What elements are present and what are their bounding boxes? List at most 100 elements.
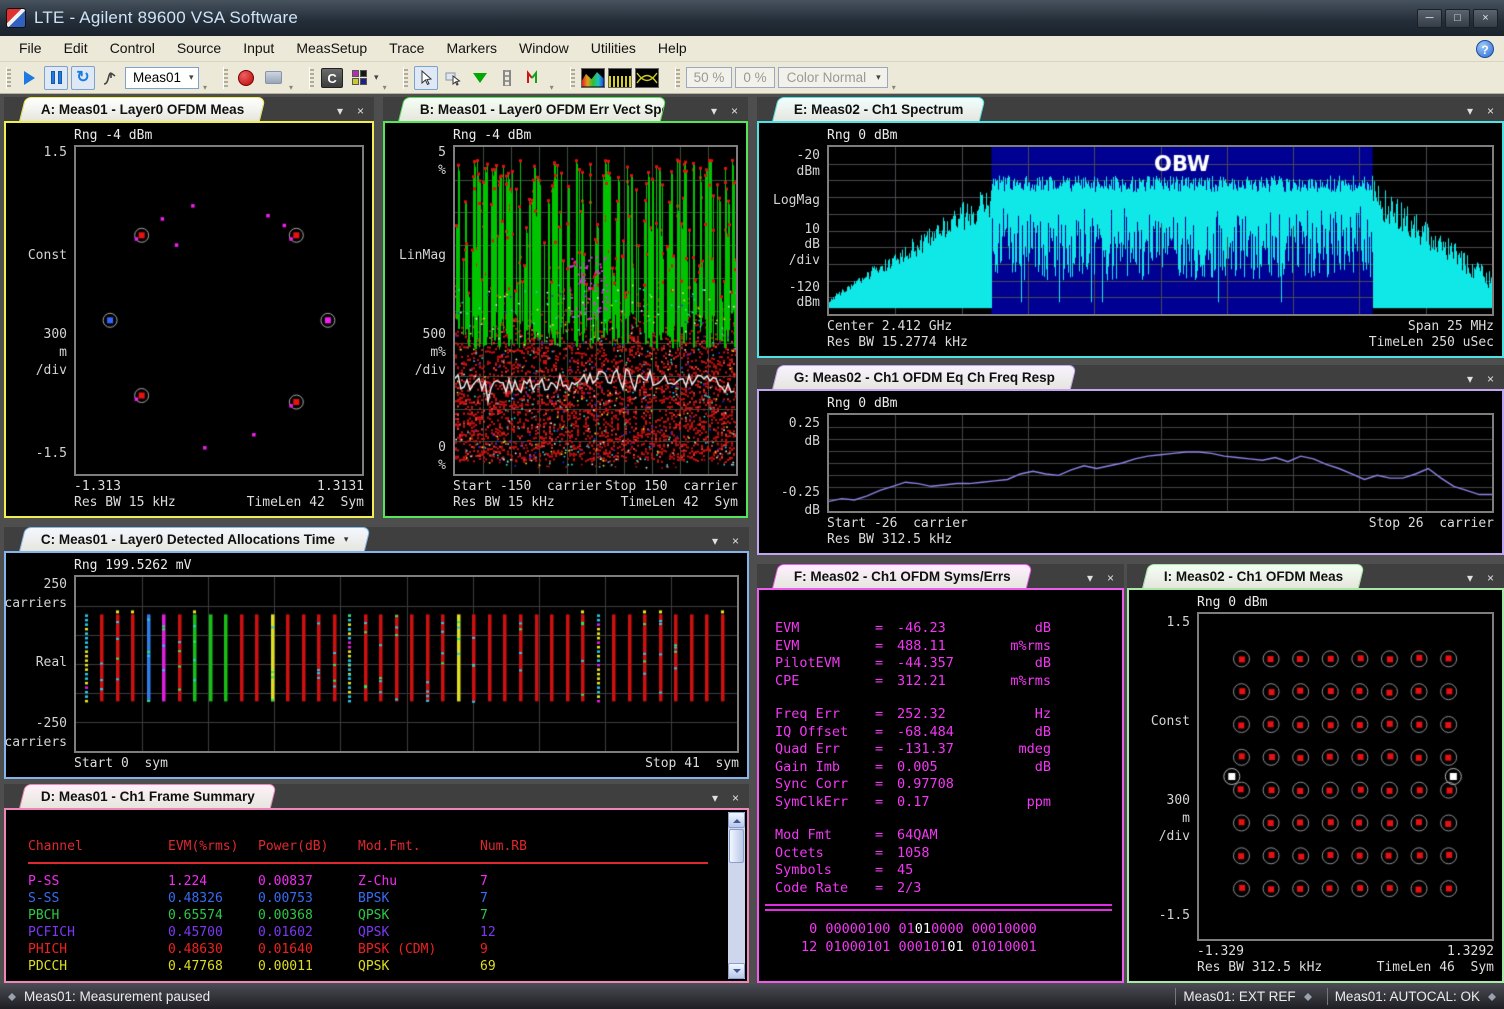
allocations-plot[interactable] [74, 575, 739, 753]
pause-button[interactable] [44, 66, 68, 90]
menu-item-edit[interactable]: Edit [53, 37, 99, 59]
window-a-close-icon[interactable]: × [357, 105, 364, 117]
menu-item-markers[interactable]: Markers [435, 37, 508, 59]
decoded-bits-line: 12 01000101 00010101 01010001 [775, 939, 1114, 957]
table-row[interactable]: PBCH0.655740.00368QPSK7 [28, 907, 726, 924]
toolbar-overflow-icon[interactable]: ▾ [289, 83, 293, 92]
freq-resp-plot[interactable] [827, 413, 1494, 513]
window-e-collapse-icon[interactable]: ▾ [1467, 105, 1473, 117]
menu-item-control[interactable]: Control [99, 37, 166, 59]
metric-label: IQ Offset [775, 724, 875, 742]
snapshot-button[interactable] [261, 66, 285, 90]
window-c-tab-dropdown-icon[interactable]: ▾ [344, 534, 349, 545]
table-row[interactable]: PCFICH0.457000.01602QPSK12 [28, 924, 726, 941]
scroll-down-icon[interactable] [728, 963, 745, 979]
toolbar-overflow-icon[interactable]: ▾ [383, 83, 387, 92]
color-button[interactable]: C [320, 66, 344, 90]
table-row[interactable]: P-SS1.2240.00837Z-Chu7 [28, 873, 726, 890]
color-c-icon: C [321, 68, 343, 88]
layout-button[interactable] [347, 66, 371, 90]
chevron-down-icon[interactable]: ▾ [374, 72, 379, 83]
toolbar-drag-handle[interactable] [6, 67, 11, 89]
window-b-close-icon[interactable]: × [731, 105, 738, 117]
toolbar-overflow-icon[interactable]: ▾ [892, 83, 896, 92]
toolbar-drag-handle[interactable] [570, 67, 575, 89]
toolbar-drag-handle[interactable] [403, 67, 408, 89]
window-e-close-icon[interactable]: × [1487, 105, 1494, 117]
window-c-collapse-icon[interactable]: ▾ [712, 535, 718, 547]
help-icon[interactable]: ? [1476, 40, 1494, 58]
color-mode-select[interactable]: Color Normal ▾ [778, 67, 888, 88]
select-pointer-button[interactable] [414, 66, 438, 90]
window-c-tab[interactable]: C: Meas01 - Layer0 Detected Allocations … [19, 527, 371, 551]
window-d-collapse-icon[interactable]: ▾ [712, 792, 718, 804]
window-f-collapse-icon[interactable]: ▾ [1087, 572, 1093, 584]
overlap-percent-field[interactable]: 50 % [686, 67, 733, 88]
window-b-collapse-icon[interactable]: ▾ [711, 105, 717, 117]
menu-item-window[interactable]: Window [508, 37, 580, 59]
window-i-tab[interactable]: I: Meas02 - Ch1 OFDM Meas [1142, 564, 1365, 588]
restart-button[interactable]: ↻ [71, 66, 95, 90]
equals-sign: = [875, 724, 897, 742]
window-f-tab[interactable]: F: Meas02 - Ch1 OFDM Syms/Errs [772, 564, 1033, 588]
eye-view-button[interactable] [635, 68, 659, 88]
close-button[interactable]: × [1473, 9, 1498, 28]
move-marker-button[interactable] [441, 66, 465, 90]
menu-item-trace[interactable]: Trace [378, 37, 435, 59]
window-d-tab[interactable]: D: Meas01 - Ch1 Frame Summary [19, 784, 277, 808]
single-sweep-button[interactable] [98, 66, 122, 90]
table-row[interactable]: PDCCH0.477680.00011QPSK69 [28, 958, 726, 975]
window-b-tab[interactable]: B: Meas01 - Layer0 OFDM Err Vect Spectru [398, 97, 667, 121]
window-i-collapse-icon[interactable]: ▾ [1467, 572, 1473, 584]
constellation-plot-a[interactable] [74, 145, 364, 476]
window-a-collapse-icon[interactable]: ▾ [337, 105, 343, 117]
band-marker-button[interactable] [495, 66, 519, 90]
scrollbar-thumb[interactable] [729, 829, 744, 863]
status-spinner-icon[interactable] [1488, 989, 1496, 1005]
maximize-button[interactable]: □ [1445, 9, 1470, 28]
frame-summary-table: ChannelEVM(%rms)Power(dB)Mod.Fmt.Num.RBP… [6, 810, 726, 981]
spectrogram-view-button[interactable] [581, 68, 605, 88]
play-button[interactable] [17, 66, 41, 90]
decoded-bits-line: 0 00000100 01010000 00010000 [775, 921, 1114, 939]
constellation-plot-i[interactable] [1197, 612, 1494, 941]
window-i-close-icon[interactable]: × [1487, 572, 1494, 584]
status-spinner-icon[interactable] [1304, 989, 1312, 1005]
window-e: E: Meas02 - Ch1 Spectrum ▾ × Rng 0 dBm -… [757, 97, 1504, 358]
measurement-select[interactable]: Meas01 ▾ [125, 67, 199, 89]
marker-flag-button[interactable] [522, 66, 546, 90]
err-vect-spectrum-plot[interactable] [453, 145, 738, 476]
second-percent-field[interactable]: 0 % [735, 67, 774, 88]
menu-item-input[interactable]: Input [232, 37, 285, 59]
toolbar-overflow-icon[interactable]: ▾ [203, 83, 207, 92]
toolbar-overflow-icon[interactable]: ▾ [550, 83, 554, 92]
table-row[interactable]: PHICH0.486300.01640BPSK (CDM)9 [28, 941, 726, 958]
window-a-tab[interactable]: A: Meas01 - Layer0 OFDM Meas [19, 97, 266, 121]
record-button[interactable] [234, 66, 258, 90]
minimize-button[interactable]: ─ [1417, 9, 1442, 28]
table-scrollbar[interactable] [728, 812, 745, 979]
window-f-close-icon[interactable]: × [1107, 572, 1114, 584]
toolbar-drag-handle[interactable] [675, 67, 680, 89]
window-c-close-icon[interactable]: × [732, 535, 739, 547]
window-g-collapse-icon[interactable]: ▾ [1467, 373, 1473, 385]
menu-item-file[interactable]: File [8, 37, 53, 59]
menu-item-source[interactable]: Source [166, 37, 232, 59]
window-g-tab[interactable]: G: Meas02 - Ch1 OFDM Eq Ch Freq Resp [772, 365, 1077, 389]
spectrum-plot[interactable] [827, 145, 1494, 316]
spectrum-view-button[interactable] [608, 68, 632, 88]
window-a: A: Meas01 - Layer0 OFDM Meas ▾ × Rng -4 … [4, 97, 374, 518]
status-spinner-icon[interactable] [8, 989, 16, 1005]
menu-item-help[interactable]: Help [647, 37, 698, 59]
peak-marker-button[interactable] [468, 66, 492, 90]
window-g-close-icon[interactable]: × [1487, 373, 1494, 385]
scroll-up-icon[interactable] [728, 812, 745, 828]
y-axis-label: 300 [44, 327, 67, 342]
table-row[interactable]: S-SS0.483260.00753BPSK7 [28, 890, 726, 907]
window-e-tab[interactable]: E: Meas02 - Ch1 Spectrum [772, 97, 986, 121]
toolbar-drag-handle[interactable] [223, 67, 228, 89]
toolbar-drag-handle[interactable] [309, 67, 314, 89]
window-d-close-icon[interactable]: × [732, 792, 739, 804]
menu-item-meassetup[interactable]: MeasSetup [285, 37, 378, 59]
menu-item-utilities[interactable]: Utilities [580, 37, 647, 59]
